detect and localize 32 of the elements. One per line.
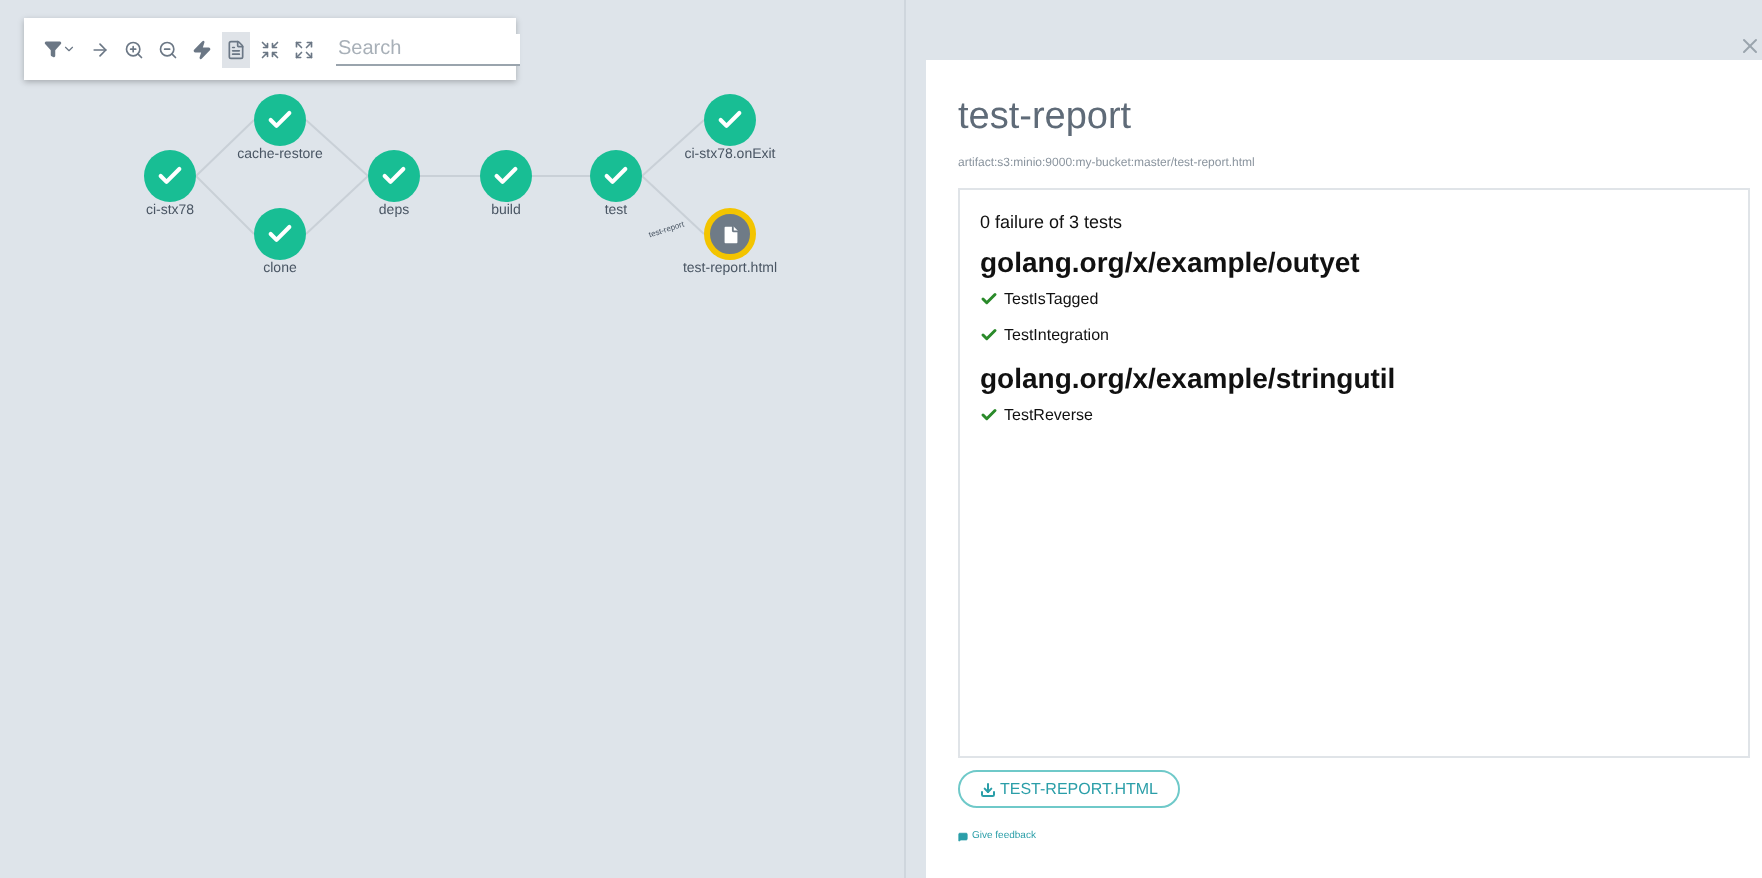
graph-edge — [195, 175, 255, 235]
success-node[interactable] — [144, 150, 196, 202]
test-name: TestReverse — [1004, 406, 1093, 424]
check-icon — [156, 162, 184, 190]
check-icon — [266, 220, 294, 248]
test-name: TestIntegration — [1004, 326, 1109, 344]
package-heading: golang.org/x/example/stringutil — [980, 362, 1398, 394]
success-node[interactable] — [368, 150, 420, 202]
success-node[interactable] — [480, 150, 532, 202]
graph-edge — [305, 175, 369, 235]
check-icon — [380, 162, 408, 190]
success-node[interactable] — [704, 94, 756, 146]
file-icon[interactable] — [222, 31, 250, 67]
success-node[interactable] — [254, 94, 306, 146]
close-icon[interactable] — [1738, 34, 1762, 58]
test-summary: 0 failure of 3 tests — [980, 212, 1125, 232]
search-field[interactable]: Search — [336, 33, 520, 65]
download-icon — [980, 781, 996, 797]
panel-title: test-report — [958, 96, 1134, 140]
success-node[interactable] — [254, 208, 306, 260]
package-heading: golang.org/x/example/outyet — [980, 246, 1362, 278]
success-node[interactable] — [590, 150, 642, 202]
speech-bubble-icon — [958, 831, 968, 841]
graph-edge — [641, 175, 705, 235]
download-button[interactable]: TEST-REPORT.HTML — [958, 770, 1180, 808]
check-icon — [602, 162, 630, 190]
artifact-node[interactable] — [704, 208, 756, 260]
test-name: TestIsTagged — [1004, 290, 1099, 308]
check-icon — [492, 162, 520, 190]
check-icon — [266, 106, 294, 134]
file-icon — [719, 223, 741, 245]
check-icon — [716, 106, 744, 134]
